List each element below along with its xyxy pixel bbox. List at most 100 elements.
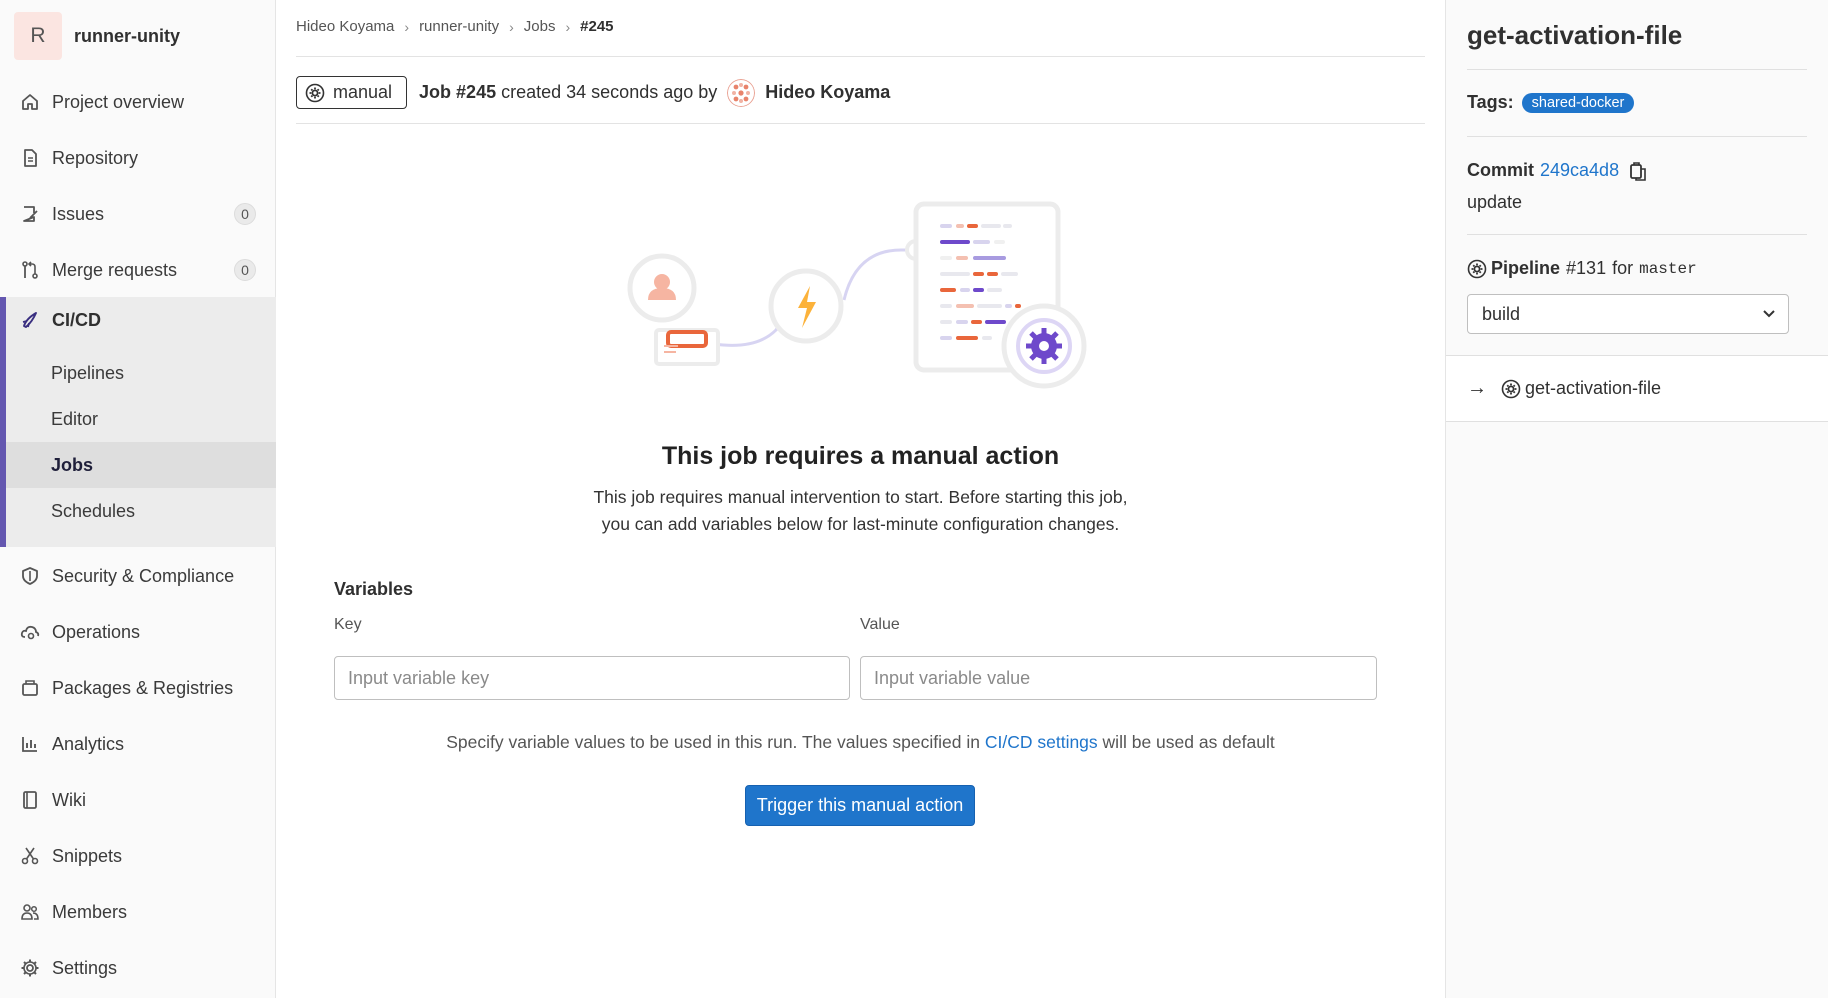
copy-icon[interactable] <box>1629 161 1647 181</box>
home-icon <box>22 94 38 110</box>
breadcrumb-project[interactable]: runner-unity <box>419 18 499 35</box>
manual-gear-icon <box>1501 379 1521 398</box>
gear-icon <box>21 959 39 977</box>
sidebar-subitem-editor[interactable]: Editor <box>6 396 276 442</box>
empty-state-description: This job requires manual intervention to… <box>276 484 1445 538</box>
avatar[interactable] <box>727 78 756 107</box>
tag-badge: shared-docker <box>1521 92 1635 113</box>
rocket-icon <box>22 312 37 328</box>
sidebar-item-label: Members <box>52 901 128 922</box>
job-header: manual Job #245 created 34 seconds ago b… <box>296 76 890 109</box>
sidebar-item-snippets[interactable]: Snippets <box>0 833 276 879</box>
help-text-suffix: will be used as default <box>1102 732 1275 752</box>
empty-state-description-line1: This job requires manual intervention to… <box>593 487 1128 507</box>
breadcrumb-current-job[interactable]: #245 <box>580 18 613 35</box>
chevron-right-icon: › <box>509 18 514 35</box>
divider <box>1467 234 1807 235</box>
variable-key-input[interactable] <box>334 656 850 700</box>
issues-count-badge: 0 <box>234 203 256 225</box>
sidebar-item-label: Project overview <box>52 91 185 112</box>
pipeline-ref[interactable]: master <box>1639 260 1697 278</box>
project-avatar: R <box>14 12 62 60</box>
sidebar-item-repository[interactable]: Repository <box>0 135 276 181</box>
breadcrumb-jobs[interactable]: Jobs <box>524 18 556 35</box>
sidebar-item-label: Packages & Registries <box>52 677 234 698</box>
job-details-sidebar: get-activation-file Tags: shared-docker … <box>1445 0 1828 998</box>
divider <box>1467 69 1807 70</box>
doc-icon <box>24 149 37 167</box>
cicd-settings-link[interactable]: CI/CD settings <box>985 732 1098 752</box>
stage-select-value: build <box>1482 303 1521 324</box>
sidebar-item-analytics[interactable]: Analytics <box>0 721 276 767</box>
breadcrumb-user[interactable]: Hideo Koyama <box>296 18 394 35</box>
sidebar-cicd-group: CI/CD Pipelines Editor Jobs Schedules <box>0 297 276 547</box>
commit-sha-link[interactable]: 249ca4d8 <box>1540 160 1619 181</box>
trigger-manual-action-button[interactable]: Trigger this manual action <box>745 785 975 826</box>
empty-state-description-line2: you can add variables below for last-min… <box>601 514 1120 534</box>
sidebar-item-label: Operations <box>52 621 141 642</box>
commit-label: Commit <box>1467 160 1534 180</box>
chevron-right-icon: › <box>565 18 571 35</box>
sidebar-subitem-jobs[interactable]: Jobs <box>6 442 276 488</box>
sidebar-item-label: Merge requests <box>52 259 178 280</box>
sidebar-item-operations[interactable]: Operations <box>0 609 276 655</box>
key-label: Key <box>334 616 362 633</box>
arrow-right-icon: → <box>1467 377 1487 399</box>
sidebar-item-security-compliance[interactable]: Security & Compliance <box>0 553 276 599</box>
pipeline-for-text: for <box>1612 258 1634 278</box>
pipeline-label: Pipeline <box>1491 258 1561 278</box>
chart-icon <box>22 737 37 752</box>
commit-info: Commit 249ca4d8 <box>1467 160 1647 181</box>
sidebar-item-packages-registries[interactable]: Packages & Registries <box>0 665 276 711</box>
variables-help-text: Specify variable values to be used in th… <box>276 732 1445 753</box>
manual-action-illustration <box>627 201 1087 389</box>
status-badge[interactable]: manual <box>296 76 408 109</box>
merge-requests-count-badge: 0 <box>234 259 256 281</box>
divider <box>1467 136 1807 137</box>
project-name[interactable]: runner-unity <box>74 26 180 47</box>
variables-heading: Variables <box>334 579 414 599</box>
manual-gear-icon <box>1467 259 1487 278</box>
job-list-item[interactable]: → get-activation-file <box>1446 355 1828 422</box>
sidebar-item-members[interactable]: Members <box>0 889 276 935</box>
users-icon <box>21 904 39 920</box>
job-name-title: get-activation-file <box>1467 20 1683 50</box>
sidebar-subitem-pipelines[interactable]: Pipelines <box>6 350 276 396</box>
help-text-prefix: Specify variable values to be used in th… <box>446 732 980 752</box>
job-list-item-label: get-activation-file <box>1525 378 1662 398</box>
scissors-icon <box>21 847 39 865</box>
sidebar-item-issues[interactable]: Issues 0 <box>0 191 276 237</box>
project-header[interactable]: R runner-unity <box>14 12 180 60</box>
sidebar-item-label: Settings <box>52 957 118 978</box>
stage-select[interactable]: build <box>1467 294 1789 334</box>
sidebar-item-merge-requests[interactable]: Merge requests 0 <box>0 247 276 293</box>
sidebar-subitem-schedules[interactable]: Schedules <box>6 488 276 534</box>
shield-icon <box>22 567 38 585</box>
commit-message: update <box>1467 192 1523 212</box>
issues-icon <box>23 206 38 222</box>
sidebar-item-project-overview[interactable]: Project overview <box>0 79 276 125</box>
book-icon <box>23 791 37 809</box>
package-icon <box>22 680 38 696</box>
job-title: Job #245 created 34 seconds ago by <box>419 82 717 103</box>
merge-request-icon <box>22 261 38 279</box>
sidebar-item-cicd[interactable]: CI/CD <box>6 297 276 343</box>
job-tags: Tags: shared-docker <box>1467 92 1635 113</box>
pipeline-number-link[interactable]: #131 <box>1566 258 1606 279</box>
sidebar-item-label: Repository <box>52 147 139 168</box>
project-sidebar: R runner-unity Project overview Reposito… <box>0 0 276 998</box>
sidebar-item-label: Snippets <box>52 845 123 866</box>
empty-state-title: This job requires a manual action <box>661 442 1060 470</box>
sidebar-item-label: Analytics <box>52 733 125 754</box>
sidebar-item-label: Wiki <box>52 789 86 810</box>
job-author-name[interactable]: Hideo Koyama <box>765 82 890 103</box>
breadcrumb: Hideo Koyama › runner-unity › Jobs › #24… <box>296 18 614 35</box>
sidebar-item-wiki[interactable]: Wiki <box>0 777 276 823</box>
cloud-gear-icon <box>20 625 40 640</box>
job-id: Job #245 <box>419 82 497 102</box>
variable-value-input[interactable] <box>860 656 1377 700</box>
sidebar-item-settings[interactable]: Settings <box>0 945 276 991</box>
chevron-down-icon <box>1763 310 1775 318</box>
main-content: Hideo Koyama › runner-unity › Jobs › #24… <box>276 0 1445 998</box>
divider <box>296 123 1425 124</box>
